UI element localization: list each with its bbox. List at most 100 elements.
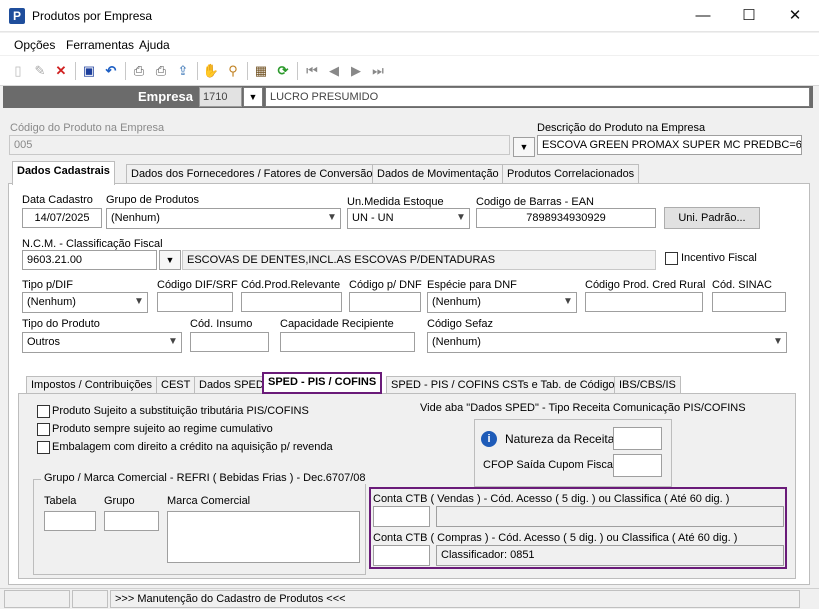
grupo-label: Grupo [104, 495, 135, 507]
subtab-sped-pis-cofins[interactable]: SPED - PIS / COFINS [262, 372, 383, 394]
info-icon: i [481, 431, 497, 447]
subtab-ibs-cbs[interactable]: IBS/CBS/IS [614, 376, 681, 394]
substituicao-checkbox[interactable] [37, 405, 50, 418]
subtab-cest[interactable]: CEST [156, 376, 196, 394]
codigo-sefaz-value: (Nenhum) [432, 336, 481, 348]
empresa-code-field[interactable]: 1710 [199, 87, 242, 107]
minimize-button[interactable]: — [680, 0, 726, 32]
especie-dnf-value: (Nenhum) [432, 296, 481, 308]
empresa-label: Empresa [138, 89, 193, 104]
print-icon[interactable]: ⎙ [130, 62, 148, 80]
codigo-dnf-label: Código p/ DNF [349, 279, 422, 291]
chevron-down-icon: ▼ [168, 336, 178, 347]
undo-icon[interactable]: ↶ [102, 62, 120, 80]
tab-dados-movimentacao[interactable]: Dados de Movimentação [372, 164, 504, 184]
first-icon[interactable]: ⏮ [303, 62, 321, 80]
incentivo-fiscal-label: Incentivo Fiscal [681, 252, 757, 264]
grupo-produtos-select[interactable]: (Nenhum) ▼ [106, 208, 341, 229]
cod-insumo-field[interactable] [190, 332, 269, 352]
chevron-down-icon: ▼ [248, 92, 258, 102]
especie-dnf-select[interactable]: (Nenhum) ▼ [427, 292, 577, 313]
product-desc-label: Descrição do Produto na Empresa [537, 122, 706, 134]
cod-insumo-label: Cód. Insumo [190, 318, 253, 330]
product-dropdown-button[interactable]: ▼ [513, 137, 535, 157]
natureza-field[interactable] [613, 427, 662, 450]
tipo-dif-select[interactable]: (Nenhum) ▼ [22, 292, 148, 313]
cod-prod-relevante-field[interactable] [241, 292, 342, 312]
product-code-label: Código do Produto na Empresa [10, 122, 165, 134]
last-icon[interactable]: ⏭ [369, 62, 387, 80]
marca-label: Marca Comercial [167, 495, 251, 507]
data-cadastro-field[interactable]: 14/07/2025 [22, 208, 102, 228]
tab-dados-fornecedores[interactable]: Dados dos Fornecedores / Fatores de Conv… [126, 164, 378, 184]
tab-produtos-correlacionados[interactable]: Produtos Correlacionados [502, 164, 640, 184]
subtab-impostos[interactable]: Impostos / Contribuições [26, 376, 158, 394]
chevron-down-icon: ▼ [563, 296, 573, 307]
marca-field[interactable] [167, 511, 360, 563]
ean-field[interactable]: 7898934930929 [476, 208, 656, 228]
tipo-dif-value: (Nenhum) [27, 296, 76, 308]
maximize-button[interactable]: ☐ [726, 0, 772, 32]
tab-dados-cadastrais[interactable]: Dados Cadastrais [12, 161, 115, 185]
product-desc-field[interactable]: ESCOVA GREEN PROMAX SUPER MC PREDBC=65% [537, 135, 802, 155]
next-icon[interactable]: ▶ [347, 62, 365, 80]
delete-icon[interactable]: ✕ [52, 62, 70, 80]
codigo-sefaz-label: Código Sefaz [427, 318, 494, 330]
menu-opcoes[interactable]: Opções [14, 38, 55, 52]
tabela-label: Tabela [44, 495, 77, 507]
cod-prod-relevante-label: Cód.Prod.Relevante [241, 279, 341, 291]
tipo-dif-label: Tipo p/DIF [22, 279, 73, 291]
grupo-marca-title: Grupo / Marca Comercial - REFRI ( Bebida… [41, 472, 369, 484]
grupo-field[interactable] [104, 511, 159, 531]
calculator-icon[interactable]: ▦ [252, 62, 270, 80]
print-preview-icon[interactable]: ⎙ [152, 62, 170, 80]
subtab-sped-csts[interactable]: SPED - PIS / COFINS CSTs e Tab. de Códig… [386, 376, 626, 394]
save-icon[interactable]: ▣ [80, 62, 98, 80]
empresa-name-field: LUCRO PRESUMIDO [265, 87, 810, 107]
cod-cred-rural-field[interactable] [585, 292, 703, 312]
chevron-down-icon: ▼ [456, 212, 466, 223]
uni-padrao-button[interactable]: Uni. Padrão... [664, 207, 760, 229]
app-icon: P [9, 8, 25, 24]
incentivo-fiscal-checkbox[interactable] [665, 252, 678, 265]
embalagem-label: Embalagem com direito a crédito na aquis… [52, 441, 333, 453]
tipo-produto-select[interactable]: Outros ▼ [22, 332, 182, 353]
menu-ajuda[interactable]: Ajuda [139, 38, 170, 52]
codigo-dif-field[interactable] [157, 292, 233, 312]
codigo-dnf-field[interactable] [349, 292, 421, 312]
capacidade-label: Capacidade Recipiente [280, 318, 394, 330]
cumulativo-checkbox[interactable] [37, 423, 50, 436]
toolbar [0, 56, 819, 86]
unidade-select[interactable]: UN - UN ▼ [347, 208, 470, 229]
empresa-dropdown-button[interactable]: ▼ [243, 87, 263, 107]
cfop-field[interactable] [613, 454, 662, 477]
toolbar-separator [75, 62, 76, 80]
embalagem-checkbox[interactable] [37, 441, 50, 454]
toolbar-separator [297, 62, 298, 80]
chevron-down-icon: ▼ [165, 255, 175, 265]
tipo-produto-label: Tipo do Produto [22, 318, 100, 330]
new-icon[interactable]: ▯ [9, 62, 27, 80]
search-icon[interactable]: ⚲ [224, 62, 242, 80]
prev-icon[interactable]: ◀ [325, 62, 343, 80]
capacidade-field[interactable] [280, 332, 415, 352]
codigo-sefaz-select[interactable]: (Nenhum) ▼ [427, 332, 787, 353]
refresh-icon[interactable]: ⟳ [274, 62, 292, 80]
ean-label: Codigo de Barras - EAN [476, 196, 594, 208]
toolbar-separator [247, 62, 248, 80]
tabela-field[interactable] [44, 511, 96, 531]
natureza-label: Natureza da Receita: [505, 432, 618, 446]
ncm-dropdown-button[interactable]: ▼ [159, 250, 181, 270]
cod-sinac-field[interactable] [712, 292, 786, 312]
ncm-field[interactable]: 9603.21.00 [22, 250, 157, 270]
menu-ferramentas[interactable]: Ferramentas [66, 38, 134, 52]
product-code-field[interactable]: 005 [9, 135, 510, 155]
status-cell-1 [4, 590, 70, 608]
subtab-dados-sped[interactable]: Dados SPED [194, 376, 269, 394]
close-button[interactable]: ✕ [772, 0, 818, 32]
export-icon[interactable]: ⇪ [174, 62, 192, 80]
substituicao-label: Produto Sujeito a substituição tributári… [52, 405, 309, 417]
edit-icon[interactable]: ✎ [31, 62, 49, 80]
hand-icon[interactable]: ✋ [202, 62, 220, 80]
grupo-produtos-value: (Nenhum) [111, 212, 160, 224]
